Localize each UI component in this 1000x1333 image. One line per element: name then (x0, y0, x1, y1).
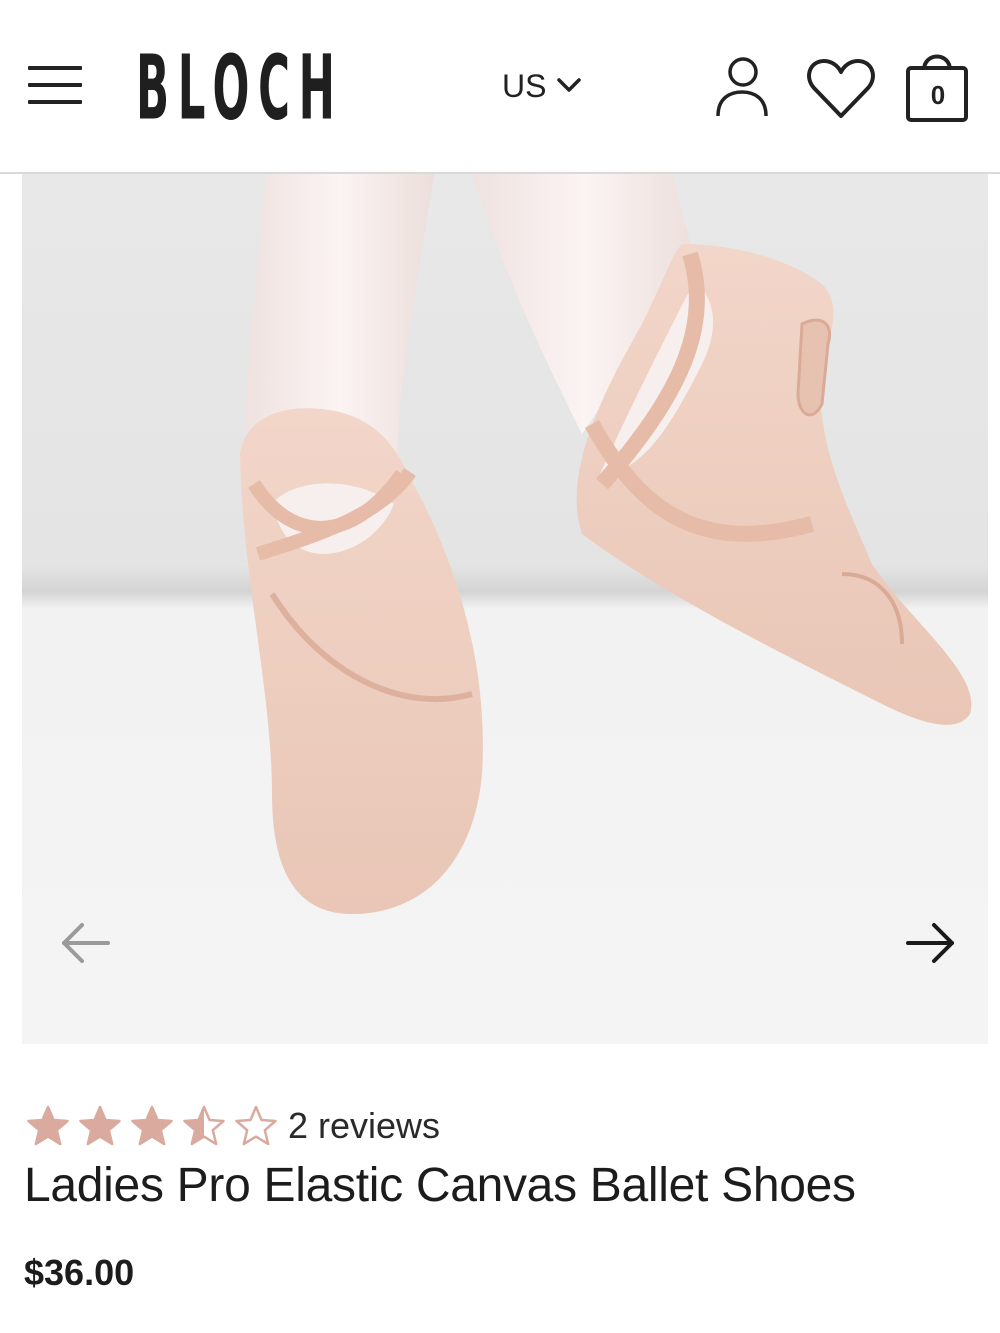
star-filled-icon (131, 1105, 173, 1146)
star-half-icon (183, 1105, 225, 1146)
region-selector[interactable]: US (502, 64, 582, 108)
star-filled-icon (79, 1105, 121, 1146)
product-title: Ladies Pro Elastic Canvas Ballet Shoes (24, 1159, 856, 1212)
brand-logo[interactable]: BLOCH (136, 27, 344, 150)
product-image-gallery[interactable] (22, 174, 988, 1044)
product-price: $36.00 (24, 1252, 135, 1293)
star-filled-icon (27, 1105, 69, 1146)
arrow-right-icon[interactable] (902, 918, 958, 968)
star-rating (24, 1104, 280, 1148)
chevron-down-icon (557, 78, 582, 92)
review-count[interactable]: 2 reviews (288, 1105, 440, 1147)
shopping-bag-icon[interactable]: 0 (902, 46, 974, 124)
site-header: BLOCH US 0 (0, 0, 1000, 174)
hamburger-menu-icon[interactable] (28, 66, 82, 106)
arrow-left-icon[interactable] (58, 918, 114, 968)
bag-count: 0 (930, 80, 946, 110)
region-label: US (502, 67, 547, 104)
product-photo (22, 174, 988, 1044)
user-icon[interactable] (710, 52, 774, 120)
heart-icon[interactable] (806, 56, 876, 122)
product-rating[interactable]: 2 reviews (24, 1104, 440, 1148)
star-empty-icon (235, 1105, 277, 1146)
